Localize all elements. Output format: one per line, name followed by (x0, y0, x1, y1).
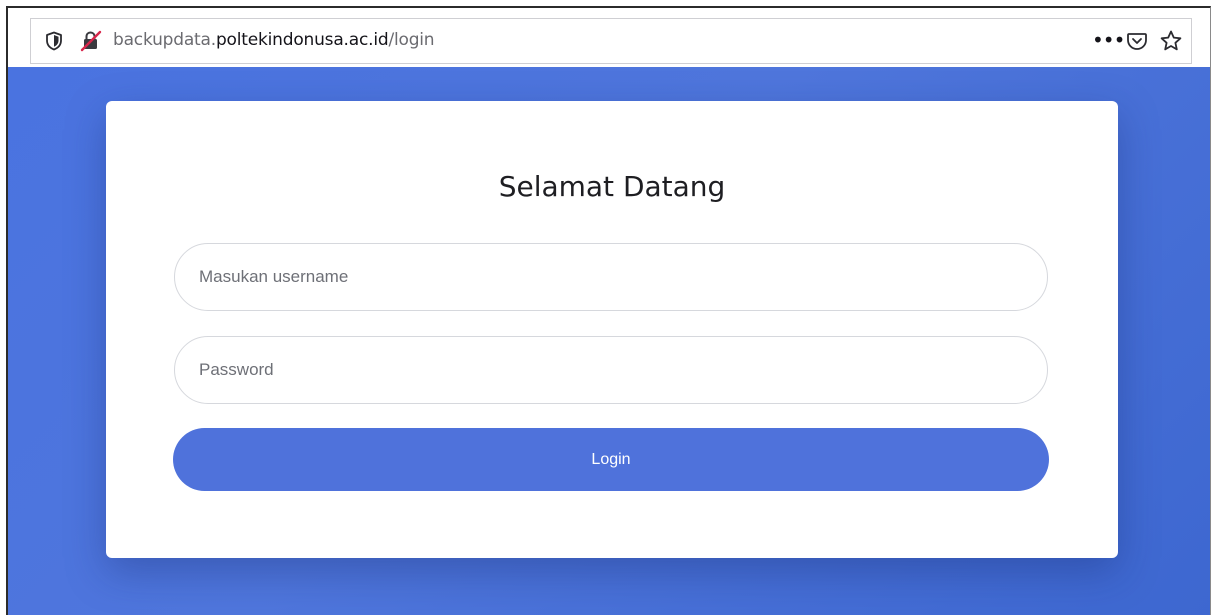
login-card: Selamat Datang Login (106, 101, 1118, 558)
page-title: Selamat Datang (498, 170, 726, 203)
shield-icon[interactable] (45, 31, 63, 51)
pocket-icon[interactable] (1126, 30, 1148, 52)
url-text[interactable]: backupdata.poltekindonusa.ac.id/login (113, 30, 435, 50)
address-bar[interactable]: backupdata.poltekindonusa.ac.id/login ••… (30, 18, 1192, 64)
more-icon[interactable]: ••• (1092, 30, 1125, 51)
insecure-lock-icon[interactable] (79, 30, 103, 52)
browser-window: backupdata.poltekindonusa.ac.id/login ••… (6, 6, 1211, 615)
password-input[interactable] (174, 336, 1048, 404)
username-input[interactable] (174, 243, 1048, 311)
url-path: /login (388, 30, 435, 50)
page-background: Selamat Datang Login (8, 67, 1210, 615)
url-domain: poltekindonusa.ac.id (215, 30, 389, 50)
login-button[interactable]: Login (173, 428, 1049, 491)
url-subdomain: backupdata. (113, 30, 216, 50)
star-icon[interactable] (1159, 29, 1183, 53)
